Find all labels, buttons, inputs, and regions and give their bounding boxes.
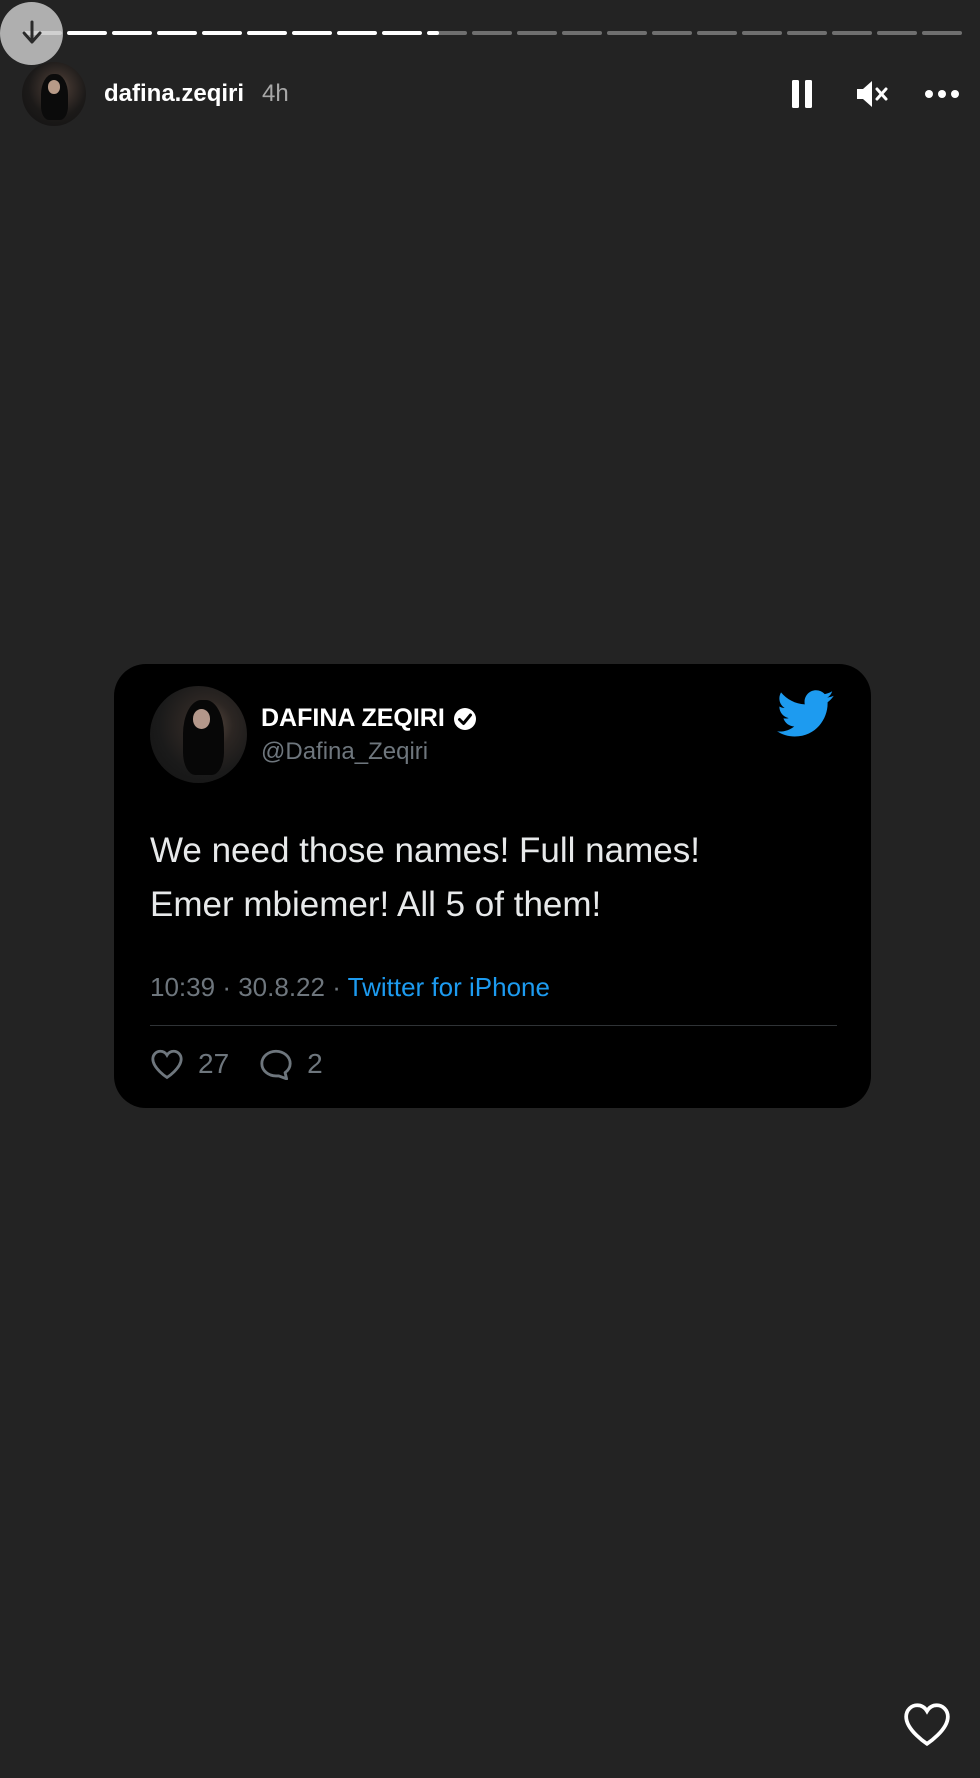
story-progress-segment [787,31,827,35]
story-progress-segment [697,31,737,35]
tweet-actions: 27 2 [150,1048,339,1080]
story-progress-segment [832,31,872,35]
tweet-source: Twitter for iPhone [347,972,550,1002]
story-progress-segment [382,31,422,35]
username[interactable]: dafina.zeqiri [104,80,244,108]
tweet-author-name-row: DAFINA ZEQIRI [261,704,477,733]
avatar[interactable] [22,62,86,126]
tweet-author-name: DAFINA ZEQIRI [261,704,445,732]
meta-separator: · [332,972,341,1002]
story-progress-segment [562,31,602,35]
ellipsis-icon [925,90,959,98]
download-button[interactable] [0,2,63,65]
reply-bubble-icon [260,1049,292,1080]
story-progress-segment [292,31,332,35]
tweet-divider [150,1025,837,1026]
pause-button[interactable] [784,76,820,112]
story-progress-segment [517,31,557,35]
tweet-date: 30.8.22 [238,972,325,1002]
meta-separator: · [222,972,231,1002]
tweet-card[interactable]: DAFINA ZEQIRI @Dafina_Zeqiri We need tho… [114,664,871,1108]
tweet-handle: @Dafina_Zeqiri [261,738,429,765]
story-progress-segment [877,31,917,35]
story-progress-segment [427,31,467,35]
story-progress-segment [922,31,962,35]
story-progress-bar [22,31,962,35]
pause-icon [792,80,812,108]
verified-badge-icon [453,707,476,730]
tweet-text: We need those names! Full names! Emer mb… [150,824,830,932]
story-progress-segment [337,31,377,35]
story-progress-segment [247,31,287,35]
more-options-button[interactable] [924,76,960,112]
story-progress-segment [157,31,197,35]
reply-count: 2 [307,1048,323,1079]
mute-button[interactable] [854,76,890,112]
story-progress-segment [652,31,692,35]
muted-speaker-icon [857,81,888,107]
download-arrow-icon [22,20,41,43]
tweet-avatar [150,686,247,783]
story-progress-segment [202,31,242,35]
heart-icon [904,1703,950,1747]
story-progress-segment [472,31,512,35]
twitter-bird-icon [777,690,834,737]
heart-outline-icon [151,1049,183,1080]
story-header: dafina.zeqiri 4h [22,62,960,126]
like-button[interactable] [902,1701,952,1747]
tweet-time: 10:39 [150,972,216,1002]
story-progress-segment [112,31,152,35]
story-progress-segment [742,31,782,35]
story-progress-segment [67,31,107,35]
tweet-meta: 10:39 · 30.8.22 · Twitter for iPhone [150,972,550,1003]
tweet-text-line: We need those names! Full names! [150,831,700,870]
tweet-text-line: Emer mbiemer! All 5 of them! [150,885,602,924]
like-count: 27 [198,1048,230,1079]
post-time: 4h [262,80,289,107]
story-progress-segment [607,31,647,35]
